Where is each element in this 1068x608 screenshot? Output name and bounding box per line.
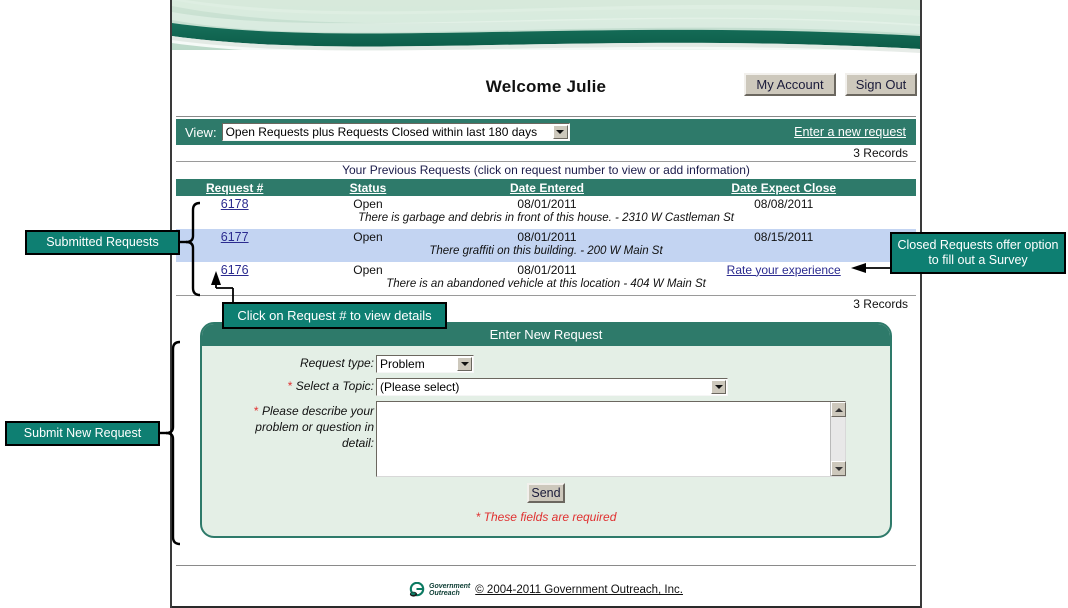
request-number-link[interactable]: 6176 <box>221 263 249 277</box>
request-type-select[interactable]: Problem <box>376 355 474 373</box>
rate-your-experience-link[interactable]: Rate your experience <box>727 263 841 277</box>
enter-new-request-link[interactable]: Enter a new request <box>794 125 906 139</box>
cell-date-entered: 08/01/2011 <box>517 196 577 211</box>
callout-submit-new-request: Submit New Request <box>5 421 160 446</box>
footer-divider <box>176 565 916 566</box>
required-asterisk: * <box>287 379 293 393</box>
request-type-value: Problem <box>380 357 425 371</box>
table-header-row: Request # Status Date Entered Date Expec… <box>176 179 916 196</box>
view-select[interactable]: Open Requests plus Requests Closed withi… <box>221 123 570 141</box>
scroll-down-icon[interactable] <box>831 461 846 476</box>
my-account-button[interactable]: My Account <box>744 73 836 96</box>
welcome-bar: Welcome Julie My Account Sign Out <box>172 68 920 116</box>
col-header-status[interactable]: Status <box>293 181 442 195</box>
description-textarea[interactable] <box>376 401 846 477</box>
logo-line2: Outreach <box>429 590 460 597</box>
table-row[interactable]: 6177 Open 08/01/2011 08/15/2011 There gr… <box>176 229 916 262</box>
table-row[interactable]: 6176 Open 08/01/2011 Rate your experienc… <box>176 262 916 295</box>
scroll-up-icon[interactable] <box>831 402 846 417</box>
logo-g-icon <box>409 582 425 597</box>
records-count-top: 3 Records <box>853 146 908 160</box>
cell-date-entered: 08/01/2011 <box>517 229 577 244</box>
callout-submitted-requests: Submitted Requests <box>25 230 180 255</box>
cell-date-entered: 08/01/2011 <box>517 262 577 277</box>
textarea-scrollbar[interactable] <box>830 402 846 476</box>
describe-label-line1: Please describe your <box>261 404 374 418</box>
site-footer: Government Outreach © 2004-2011 Governme… <box>172 579 920 601</box>
banner-wave-graphic <box>172 0 920 68</box>
cell-date-close: 08/08/2011 <box>754 196 814 211</box>
send-button[interactable]: Send <box>527 483 565 503</box>
screenshot-root: Welcome Julie My Account Sign Out View: … <box>0 0 1068 608</box>
send-row: Send <box>202 483 890 503</box>
describe-label-line2: problem or question in <box>255 420 374 434</box>
required-fields-note: * These fields are required <box>475 510 617 524</box>
field-row-request-type: Request type: Problem <box>202 355 890 373</box>
request-number-link[interactable]: 6178 <box>221 197 249 211</box>
copyright-link[interactable]: © 2004-2011 Government Outreach, Inc. <box>475 584 683 596</box>
request-type-label: Request type: <box>299 356 374 370</box>
sign-out-button[interactable]: Sign Out <box>845 73 917 96</box>
topic-value: (Please select) <box>380 380 460 394</box>
required-asterisk: * <box>253 404 259 418</box>
topic-label-text: Select a Topic: <box>295 379 374 393</box>
request-number-link[interactable]: 6177 <box>221 230 249 244</box>
government-outreach-logo: Government Outreach <box>409 582 470 598</box>
col-header-request-no[interactable]: Request # <box>176 181 293 195</box>
cell-status: Open <box>353 262 383 277</box>
callout-click-request: Click on Request # to view details <box>222 302 447 329</box>
panel-body: Request type: Problem * Select a Topic: <box>202 346 890 536</box>
new-request-form-wrap: Enter New Request Request type: Problem <box>200 322 892 538</box>
describe-label-line3: detail: <box>341 436 374 450</box>
chevron-down-icon[interactable] <box>457 357 472 371</box>
chevron-down-icon[interactable] <box>552 125 568 139</box>
describe-label: * Please describe your problem or questi… <box>202 401 376 451</box>
view-toolbar: View: Open Requests plus Requests Closed… <box>176 119 916 145</box>
request-description: There is garbage and debris in front of … <box>358 212 734 224</box>
chevron-down-icon[interactable] <box>711 380 726 394</box>
requests-table: Request # Status Date Entered Date Expec… <box>176 179 916 295</box>
request-description: There graffiti on this building. - 200 W… <box>429 245 663 257</box>
logo-text: Government Outreach <box>429 583 470 597</box>
topic-label: * Select a Topic: <box>202 378 376 394</box>
request-description: There is an abandoned vehicle at this lo… <box>386 278 706 290</box>
logo-line1: Government <box>429 583 471 590</box>
cell-status: Open <box>353 229 383 244</box>
col-header-date-entered[interactable]: Date Entered <box>443 181 652 195</box>
requests-caption: Your Previous Requests (click on request… <box>342 163 750 177</box>
cell-date-close: 08/15/2011 <box>754 229 814 244</box>
field-row-topic: * Select a Topic: (Please select) <box>202 378 890 396</box>
view-label: View: <box>185 124 217 140</box>
new-request-panel: Enter New Request Request type: Problem <box>200 322 892 538</box>
view-select-value: Open Requests plus Requests Closed withi… <box>225 125 538 139</box>
callout-closed-survey: Closed Requests offer option to fill out… <box>890 232 1066 274</box>
cell-status: Open <box>353 196 383 211</box>
topic-select[interactable]: (Please select) <box>376 378 728 396</box>
table-row[interactable]: 6178 Open 08/01/2011 08/08/2011 There is… <box>176 196 916 229</box>
col-header-date-close[interactable]: Date Expect Close <box>651 181 916 195</box>
field-row-description: * Please describe your problem or questi… <box>202 401 890 477</box>
site-banner <box>172 0 920 68</box>
header-divider <box>176 116 916 117</box>
